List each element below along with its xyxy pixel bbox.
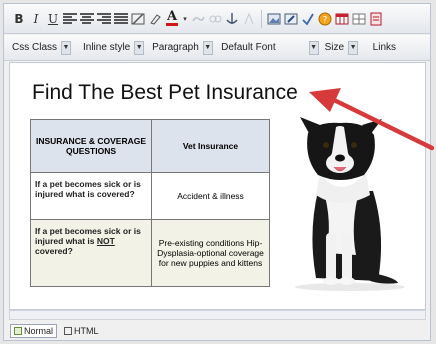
links-dropdown[interactable]: Links bbox=[371, 39, 430, 57]
table-row: If a pet becomes sick or is injured what… bbox=[30, 219, 270, 287]
justify-icon[interactable] bbox=[114, 10, 128, 28]
anchor-icon[interactable] bbox=[225, 10, 239, 28]
html-icon bbox=[64, 327, 73, 335]
italic-button[interactable]: I bbox=[29, 10, 43, 28]
chevron-down-icon[interactable]: ▼ bbox=[134, 40, 145, 55]
insurance-table: INSURANCE & COVERAGE QUESTIONS Vet Insur… bbox=[30, 119, 270, 287]
tab-label: HTML bbox=[74, 326, 99, 336]
question-emphasis: NOT bbox=[96, 236, 115, 246]
underline-button[interactable]: U bbox=[46, 10, 60, 28]
size-dropdown[interactable]: Size ▼ bbox=[323, 39, 367, 57]
table-cell-answer: Pre-existing conditions Hip-Dysplasia-op… bbox=[151, 219, 270, 287]
svg-text:?: ? bbox=[323, 15, 328, 25]
table-cell-answer: Accident & illness bbox=[151, 172, 270, 220]
chevron-down-icon[interactable]: ▾ bbox=[182, 10, 188, 28]
chevron-down-icon[interactable]: ▼ bbox=[61, 40, 72, 55]
align-left-icon[interactable] bbox=[63, 10, 77, 28]
formatting-toolbar: B I U A ▾ ? bbox=[4, 4, 430, 34]
editor-content-area[interactable]: Find The Best Pet Insurance INSURANCE & … bbox=[9, 62, 426, 310]
font-value: Default Font bbox=[221, 42, 276, 53]
question-text: If a pet becomes sick or is injured what… bbox=[35, 226, 141, 246]
question-text: covered? bbox=[35, 246, 73, 256]
css-class-dropdown[interactable]: Css Class ▼ bbox=[10, 39, 77, 57]
link-icon[interactable] bbox=[191, 10, 205, 28]
table-header-questions: INSURANCE & COVERAGE QUESTIONS bbox=[30, 119, 152, 173]
unlink-icon[interactable] bbox=[208, 10, 222, 28]
table-cell-question: If a pet becomes sick or is injured what… bbox=[30, 172, 152, 220]
align-center-icon[interactable] bbox=[80, 10, 94, 28]
tab-html[interactable]: HTML bbox=[61, 325, 102, 337]
style-toolbar: Css Class ▼ Inline style ▼ Paragraph ▼ Defa… bbox=[4, 35, 430, 61]
inline-style-dropdown[interactable]: Inline style ▼ bbox=[81, 39, 146, 57]
grid-icon[interactable] bbox=[352, 10, 366, 28]
form-icon[interactable] bbox=[369, 10, 383, 28]
table-header-vet-insurance: Vet Insurance bbox=[151, 119, 270, 173]
paragraph-value: Paragraph bbox=[152, 42, 199, 53]
tab-label: Normal bbox=[24, 326, 54, 336]
size-value: Size bbox=[324, 42, 345, 53]
symbol-icon[interactable] bbox=[242, 10, 256, 28]
table-row: INSURANCE & COVERAGE QUESTIONS Vet Insur… bbox=[30, 119, 270, 173]
links-value: Links bbox=[372, 42, 397, 53]
toolbar-divider bbox=[261, 9, 262, 28]
eraser-icon[interactable] bbox=[148, 10, 162, 28]
align-right-icon[interactable] bbox=[97, 10, 111, 28]
table-row: If a pet becomes sick or is injured what… bbox=[30, 172, 270, 220]
tab-normal[interactable]: Normal bbox=[10, 324, 58, 338]
font-color-button[interactable]: A bbox=[165, 10, 179, 28]
inline-style-value: Inline style bbox=[82, 42, 131, 53]
editor-window: B I U A ▾ ? Css Class ▼ Inline style ▼ Par… bbox=[3, 3, 434, 341]
image-icon[interactable] bbox=[267, 10, 281, 28]
spellcheck-icon[interactable] bbox=[301, 10, 315, 28]
dog-image bbox=[295, 117, 405, 291]
design-icon bbox=[14, 327, 22, 335]
horizontal-scrollbar[interactable] bbox=[9, 310, 426, 320]
help-icon[interactable]: ? bbox=[318, 10, 332, 28]
editor-mode-tabs: Normal HTML bbox=[4, 322, 436, 340]
chevron-down-icon[interactable]: ▼ bbox=[202, 40, 213, 55]
edit-image-icon[interactable] bbox=[284, 10, 298, 28]
chevron-down-icon[interactable]: ▼ bbox=[308, 40, 319, 55]
bold-button[interactable]: B bbox=[12, 10, 26, 28]
font-dropdown[interactable]: Default Font ▼ bbox=[219, 39, 319, 57]
table-cell-question: If a pet becomes sick or is injured what… bbox=[30, 219, 152, 287]
chevron-down-icon[interactable]: ▼ bbox=[348, 40, 359, 55]
clear-format-icon[interactable] bbox=[131, 10, 145, 28]
table-icon[interactable] bbox=[335, 10, 349, 28]
page-title: Find The Best Pet Insurance bbox=[32, 81, 298, 104]
css-class-value: Css Class bbox=[12, 42, 58, 53]
paragraph-dropdown[interactable]: Paragraph ▼ bbox=[150, 39, 215, 57]
